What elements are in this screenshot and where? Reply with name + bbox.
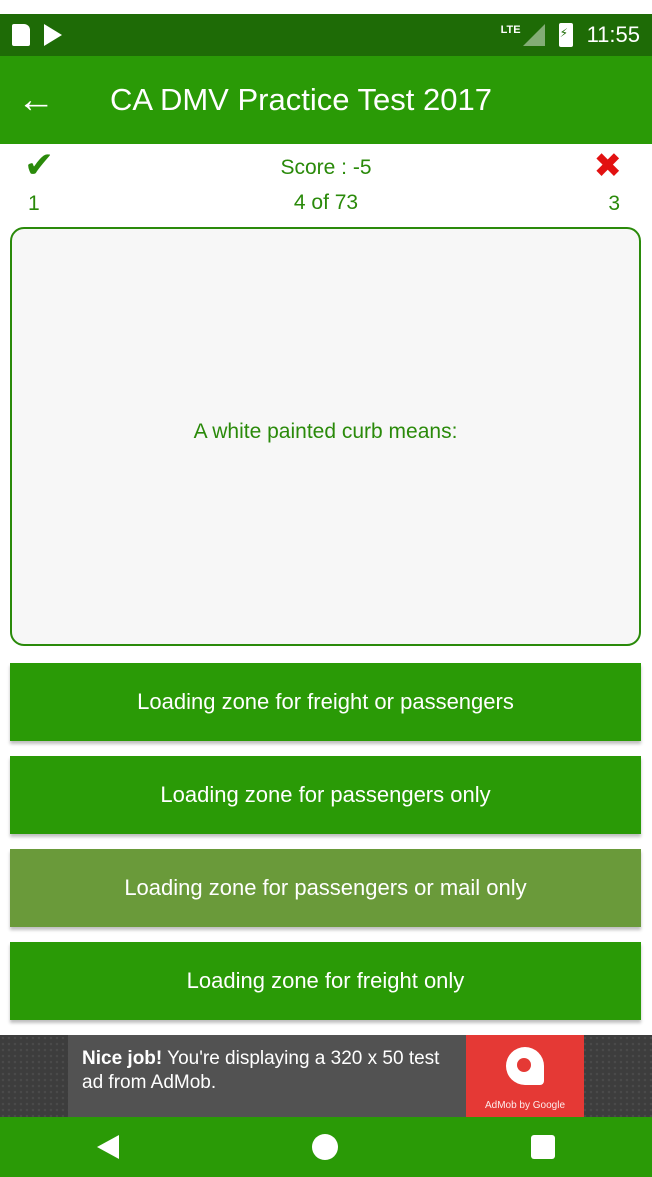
- nav-home-icon[interactable]: [311, 1134, 338, 1160]
- admob-logo-icon: [506, 1047, 544, 1085]
- status-time: 11:55: [586, 22, 640, 47]
- signal-icon: [522, 24, 545, 46]
- ad-text: Nice job! You're displaying a 320 x 50 t…: [68, 1035, 466, 1117]
- question-progress: 4 of 73: [293, 191, 359, 214]
- ad-bold-text: Nice job!: [82, 1048, 163, 1069]
- answer-button-2[interactable]: Loading zone for passengers only: [10, 756, 641, 834]
- arrow-left-icon[interactable]: ←: [0, 81, 72, 119]
- answer-button-1[interactable]: Loading zone for freight or passengers: [10, 663, 641, 741]
- ad-content[interactable]: Nice job! You're displaying a 320 x 50 t…: [68, 1035, 584, 1117]
- ad-banner[interactable]: Nice job! You're displaying a 320 x 50 t…: [0, 1035, 652, 1117]
- admob-logo: AdMob by Google: [466, 1035, 584, 1117]
- network-label: LTE: [500, 24, 521, 36]
- answer-label: Loading zone for passengers only: [160, 782, 491, 807]
- sd-card-icon: [12, 24, 30, 46]
- nav-recents-icon[interactable]: [531, 1135, 556, 1159]
- status-right: LTE 11:55: [501, 22, 640, 48]
- status-left: [12, 24, 62, 46]
- admob-logo-text: AdMob by Google: [484, 1100, 566, 1111]
- score-text: Score : -5: [280, 156, 372, 179]
- answer-button-4[interactable]: Loading zone for freight only: [10, 942, 641, 1020]
- score-bar: ✔ ✖ 1 3 Score : -5 4 of 73: [0, 144, 652, 224]
- answer-label: Loading zone for freight only: [186, 968, 465, 993]
- system-nav-bar: [0, 1117, 652, 1177]
- play-store-icon: [44, 24, 62, 46]
- answer-label: Loading zone for freight or passengers: [137, 689, 514, 714]
- battery-charging-icon: [558, 23, 573, 47]
- app-bar: ← CA DMV Practice Test 2017: [0, 56, 652, 144]
- page-title: CA DMV Practice Test 2017: [110, 82, 492, 117]
- status-bar: LTE 11:55: [0, 14, 652, 56]
- question-card: A white painted curb means:: [10, 227, 641, 646]
- answer-label: Loading zone for passengers or mail only: [124, 875, 527, 900]
- question-text: A white painted curb means:: [193, 419, 458, 443]
- nav-back-icon[interactable]: [96, 1135, 119, 1159]
- answer-button-3[interactable]: Loading zone for passengers or mail only: [10, 849, 641, 927]
